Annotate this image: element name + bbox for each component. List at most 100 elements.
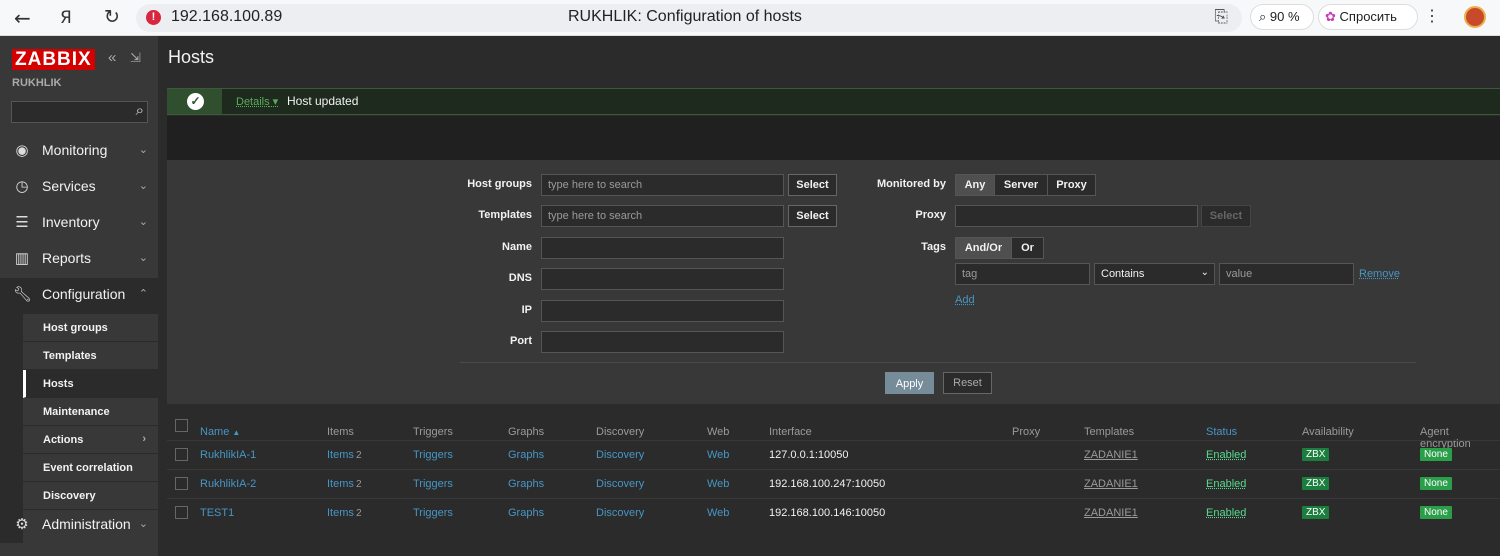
add-tag-link[interactable]: Add [955, 294, 975, 306]
header-name[interactable]: Name ▲ [200, 426, 240, 438]
check-icon: ✓ [187, 93, 204, 110]
monitored-by-any[interactable]: Any [955, 174, 995, 196]
table-row: RukhlikIA-2 Items 2 Triggers Graphs Disc… [167, 469, 1500, 498]
header-interface: Interface [769, 426, 812, 438]
menu-inventory[interactable]: ☰ Inventory ⌄ [0, 206, 158, 242]
submenu-label: Discovery [43, 490, 96, 502]
menu-monitoring[interactable]: ◉ Monitoring ⌄ [0, 134, 158, 170]
row-checkbox[interactable] [175, 506, 188, 519]
submenu-label: Hosts [43, 378, 74, 390]
dns-label: DNS [508, 272, 532, 284]
submenu-hosts[interactable]: Hosts [23, 370, 158, 398]
web-link[interactable]: Web [707, 449, 729, 461]
menu-label: Services [42, 178, 96, 194]
sidebar: ZABBIX « ⇲ RUKHLIK ⌕ ◉ Monitoring ⌄ ◷ Se… [0, 36, 158, 556]
zoom-button[interactable]: ⌕ 90 % [1250, 4, 1314, 30]
row-checkbox[interactable] [175, 477, 188, 490]
proxy-input[interactable] [955, 205, 1198, 227]
monitored-by-server[interactable]: Server [994, 174, 1048, 196]
submenu-label: Actions [43, 434, 84, 446]
monitored-by-proxy[interactable]: Proxy [1047, 174, 1096, 196]
address-bar[interactable]: ! 192.168.100.89 RUKHLIK: Configuration … [136, 4, 1242, 32]
templates-label: Templates [478, 209, 532, 221]
clock-icon: ◷ [15, 178, 29, 195]
zabbix-logo[interactable]: ZABBIX [12, 49, 95, 70]
status-toggle[interactable]: Enabled [1206, 507, 1246, 519]
table-row: TEST1 Items 2 Triggers Graphs Discovery … [167, 498, 1500, 527]
back-icon[interactable]: ← [14, 6, 31, 30]
template-link[interactable]: ZADANIE1 [1084, 449, 1138, 461]
graphs-link[interactable]: Graphs [508, 478, 544, 490]
sidebar-search-input[interactable]: ⌕ [11, 101, 148, 123]
port-input[interactable] [541, 331, 784, 353]
template-link[interactable]: ZADANIE1 [1084, 478, 1138, 490]
graphs-link[interactable]: Graphs [508, 507, 544, 519]
message-text: Host updated [287, 94, 359, 108]
reset-button[interactable]: Reset [943, 372, 992, 394]
web-link[interactable]: Web [707, 478, 729, 490]
host-groups-input[interactable]: type here to search [541, 174, 784, 196]
submenu-actions[interactable]: Actions › [23, 426, 158, 454]
menu-reports[interactable]: ▥ Reports ⌄ [0, 242, 158, 278]
apply-button[interactable]: Apply [885, 372, 934, 394]
host-name-link[interactable]: TEST1 [200, 507, 234, 519]
graphs-link[interactable]: Graphs [508, 449, 544, 461]
header-status[interactable]: Status [1206, 426, 1237, 438]
success-message: ✓ Details ▾ Host updated [167, 88, 1500, 115]
tags-and-or[interactable]: And/Or [955, 237, 1012, 259]
submenu-host-groups[interactable]: Host groups [23, 314, 158, 342]
yandex-icon[interactable]: Я [60, 8, 72, 28]
templates-input[interactable]: type here to search [541, 205, 784, 227]
tag-operator-value: Contains [1101, 268, 1145, 280]
discovery-link[interactable]: Discovery [596, 478, 644, 490]
submenu-discovery[interactable]: Discovery [23, 482, 158, 510]
kiosk-mode-icon[interactable]: ⇲ [130, 50, 141, 66]
avatar[interactable] [1464, 6, 1486, 28]
submenu-label: Host groups [43, 322, 108, 334]
triggers-link[interactable]: Triggers [413, 478, 453, 490]
status-toggle[interactable]: Enabled [1206, 478, 1246, 490]
template-link[interactable]: ZADANIE1 [1084, 507, 1138, 519]
discovery-link[interactable]: Discovery [596, 507, 644, 519]
row-checkbox[interactable] [175, 448, 188, 461]
dns-input[interactable] [541, 268, 784, 290]
ask-button[interactable]: ✿ Спросить [1318, 4, 1418, 30]
ip-input[interactable] [541, 300, 784, 322]
chevron-down-icon: ⌄ [138, 180, 148, 192]
details-link[interactable]: Details ▾ [236, 95, 278, 108]
host-name-link[interactable]: RukhlikIA-2 [200, 478, 256, 490]
menu-label: Administration [42, 516, 131, 532]
tag-operator-select[interactable]: Contains ⌄ [1094, 263, 1215, 285]
discovery-link[interactable]: Discovery [596, 449, 644, 461]
submenu-templates[interactable]: Templates [23, 342, 158, 370]
host-name-link[interactable]: RukhlikIA-1 [200, 449, 256, 461]
submenu-maintenance[interactable]: Maintenance [23, 398, 158, 426]
proxy-select-button[interactable]: Select [1201, 205, 1251, 227]
menu-administration[interactable]: ⚙ Administration ⌄ [0, 508, 158, 544]
select-all-checkbox[interactable] [175, 419, 188, 432]
host-groups-label: Host groups [467, 178, 532, 190]
items-link[interactable]: Items [327, 478, 354, 490]
more-menu-icon[interactable]: ⋮ [1424, 6, 1440, 26]
menu-configuration[interactable]: 🔧︎ Configuration ⌃ [0, 278, 158, 314]
tag-name-input[interactable]: tag [955, 263, 1090, 285]
remove-tag-link[interactable]: Remove [1359, 268, 1400, 280]
tag-value-input[interactable]: value [1219, 263, 1354, 285]
items-link[interactable]: Items [327, 449, 354, 461]
items-link[interactable]: Items [327, 507, 354, 519]
status-toggle[interactable]: Enabled [1206, 449, 1246, 461]
reload-icon[interactable]: ↻ [104, 6, 120, 28]
gear-icon: ⚙ [15, 516, 29, 533]
search-icon[interactable]: ⌕ [136, 102, 144, 119]
menu-services[interactable]: ◷ Services ⌄ [0, 170, 158, 206]
tags-or[interactable]: Or [1011, 237, 1044, 259]
bookmark-icon[interactable]: ⎘ [1214, 7, 1228, 27]
submenu-event-correlation[interactable]: Event correlation [23, 454, 158, 482]
name-input[interactable] [541, 237, 784, 259]
web-link[interactable]: Web [707, 507, 729, 519]
triggers-link[interactable]: Triggers [413, 507, 453, 519]
submenu-label: Templates [43, 350, 97, 362]
encryption-badge: None [1420, 448, 1452, 461]
triggers-link[interactable]: Triggers [413, 449, 453, 461]
collapse-sidebar-icon[interactable]: « [108, 49, 116, 66]
